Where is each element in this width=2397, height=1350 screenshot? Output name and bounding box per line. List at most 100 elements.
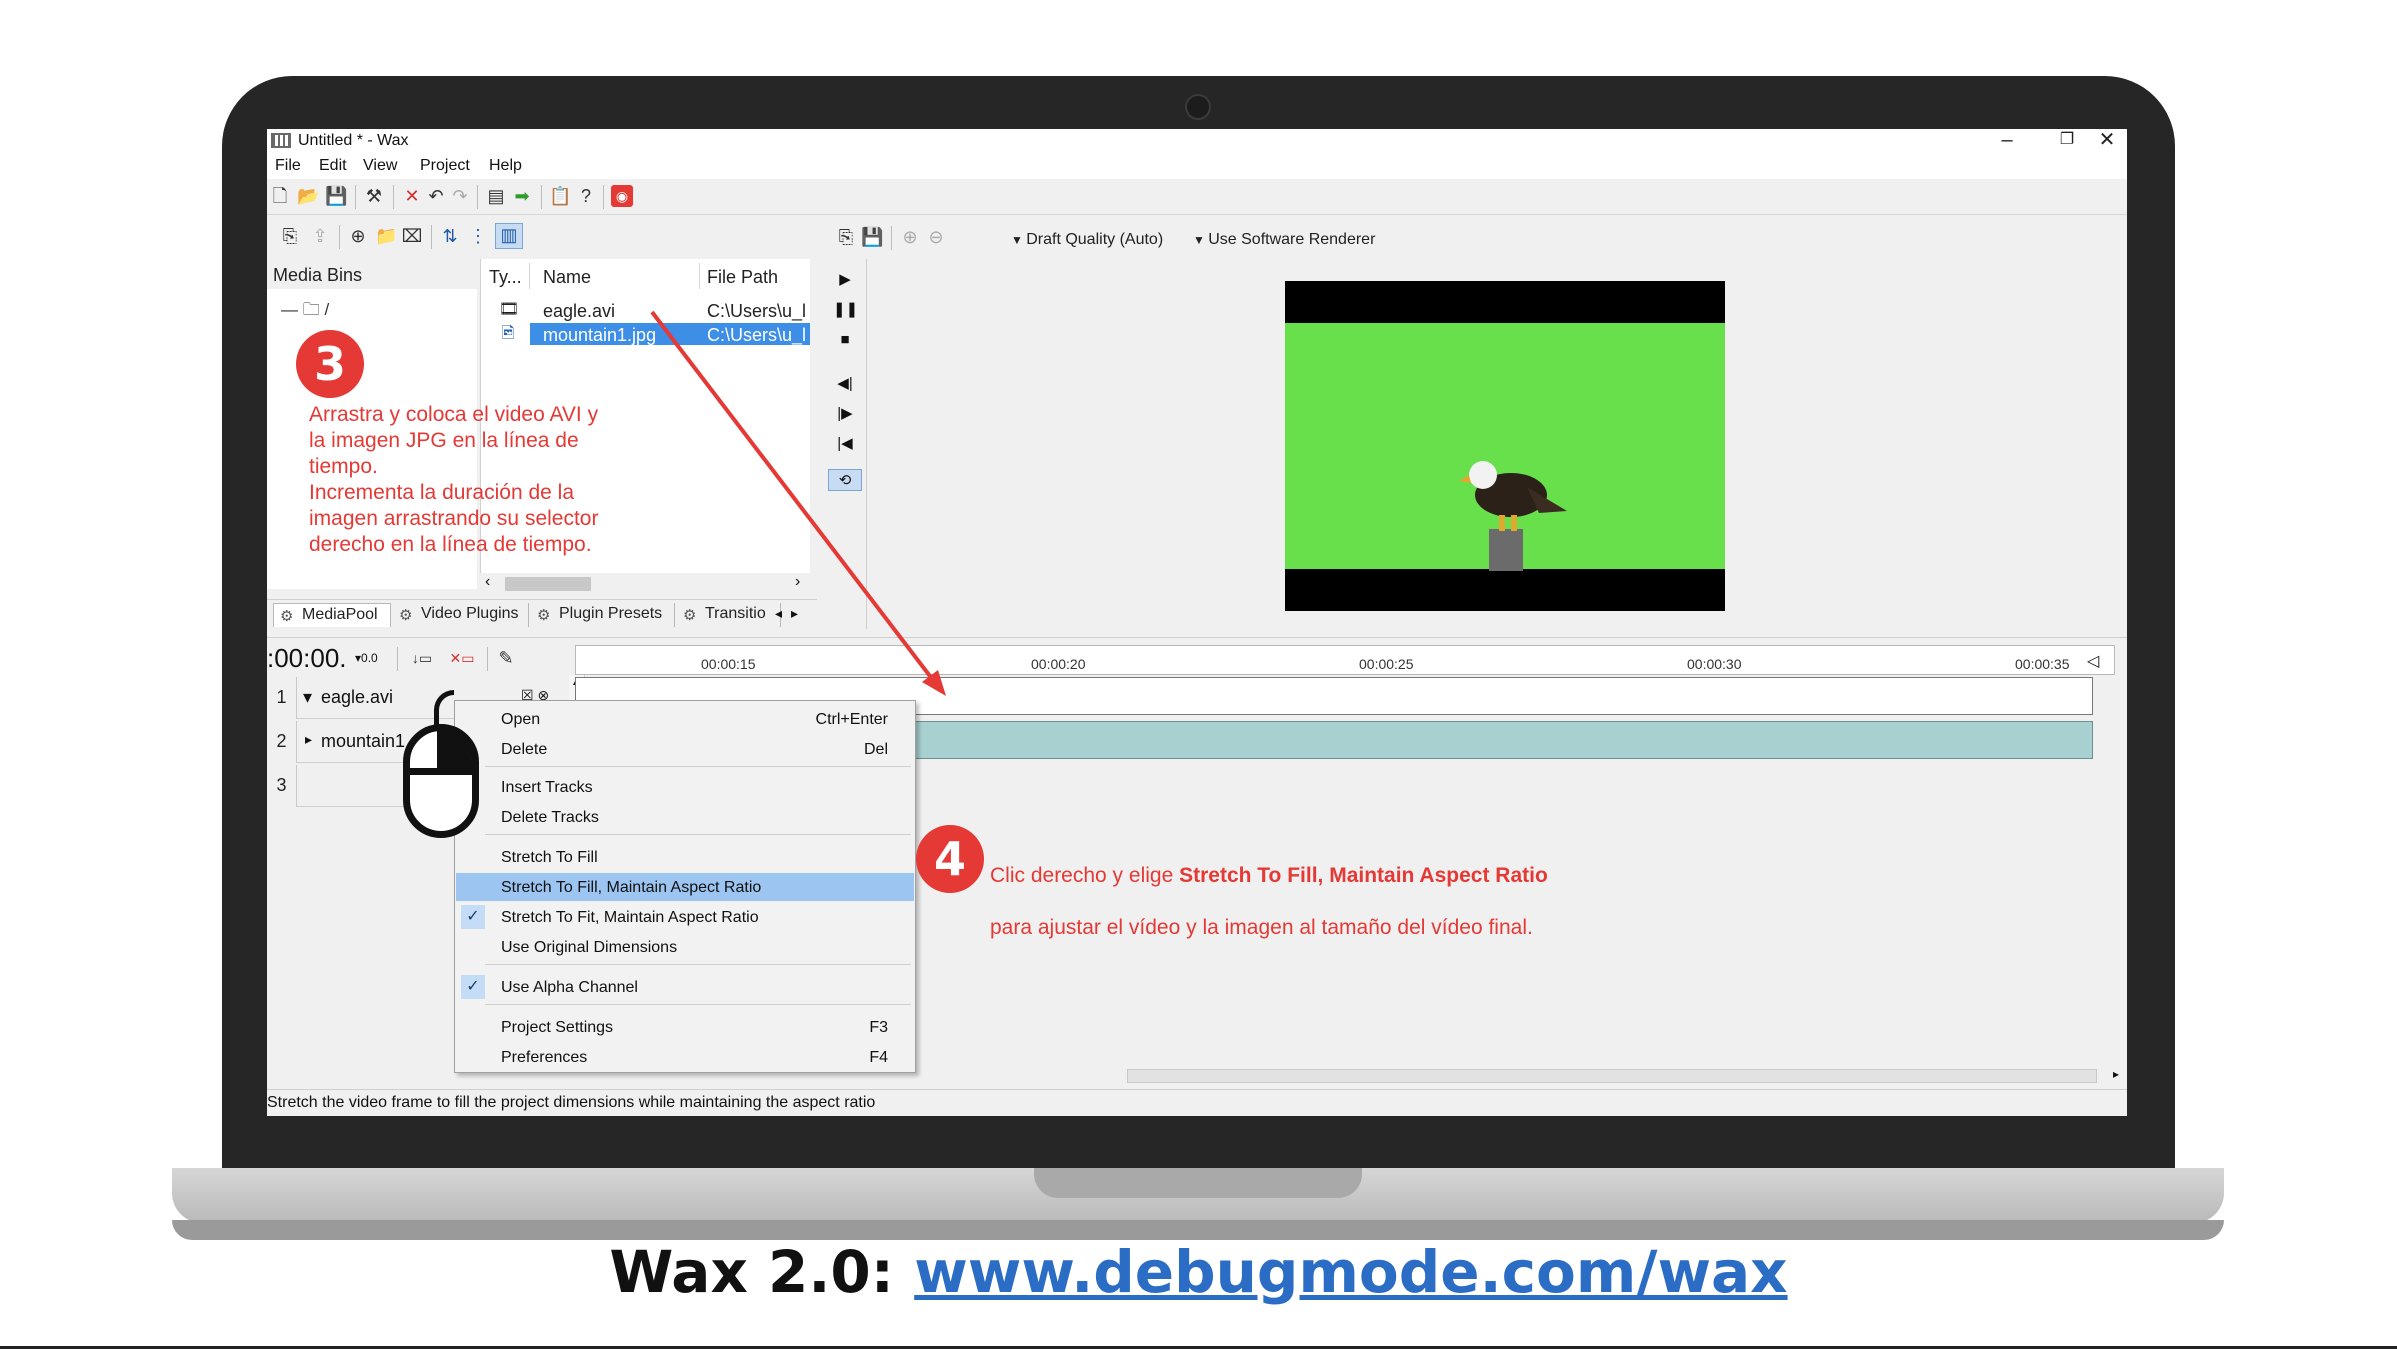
menu-item-label: Stretch To Fit, Maintain Aspect Ratio — [501, 909, 759, 926]
menu-item-insert-tracks[interactable]: Insert Tracks — [456, 773, 914, 801]
menu-item-label: Use Original Dimensions — [501, 939, 678, 956]
stop-icon[interactable]: ■ — [833, 329, 857, 351]
step-3-note: Arrastra y coloca el video AVI y la imag… — [309, 403, 599, 556]
step-3-badge: 3 — [296, 330, 364, 398]
scroll-right-icon[interactable]: ▸ — [2113, 1067, 2119, 1081]
column-file-path[interactable]: File Path — [707, 267, 778, 288]
menu-project[interactable]: Project — [420, 157, 470, 175]
add-media-icon[interactable]: ⊕ — [347, 225, 369, 247]
menu-item-project-settings[interactable]: Project Settings F3 — [456, 1013, 914, 1041]
renderer-dropdown[interactable]: ▼ Use Software Renderer — [1193, 231, 1375, 249]
toolbar-separator — [603, 185, 604, 209]
menu-item-open[interactable]: Open Ctrl+Enter — [456, 705, 914, 733]
record-icon[interactable]: ◉ — [611, 185, 633, 207]
bin-root-item[interactable]: — 🗀 / — [281, 297, 329, 326]
menu-item-delete-tracks[interactable]: Delete Tracks — [456, 803, 914, 831]
track-name: eagle.avi — [321, 687, 394, 707]
remove-media-icon[interactable]: ⌧ — [401, 225, 423, 247]
new-bin-icon[interactable]: ⎘ — [279, 225, 301, 247]
collapse-icon[interactable]: ▸ — [305, 731, 312, 748]
close-button[interactable]: ✕ — [2077, 129, 2127, 153]
redo-icon[interactable]: ↷ — [449, 185, 471, 207]
menu-help[interactable]: Help — [489, 157, 522, 175]
new-file-icon[interactable]: 🗋 — [269, 185, 291, 207]
column-divider[interactable] — [699, 263, 700, 289]
delete-track-icon[interactable]: ✕▭ — [445, 647, 479, 669]
render-arrow-icon[interactable]: ➡ — [511, 185, 533, 207]
zoom-in-icon[interactable]: ⊕ — [899, 226, 921, 248]
play-icon[interactable]: ▶ — [833, 269, 857, 291]
menu-item-alpha-channel[interactable]: ✓ Use Alpha Channel — [456, 973, 914, 1001]
scroll-right-icon[interactable]: › — [795, 573, 800, 591]
zoom-control[interactable]: ▾0.0 — [355, 651, 378, 665]
go-to-start-icon[interactable]: |◀ — [833, 433, 857, 455]
tabs-left-arrow-icon[interactable]: ◂ — [775, 605, 782, 622]
menu-edit[interactable]: Edit — [319, 157, 347, 175]
sort-icon[interactable]: ⇅ — [439, 225, 461, 247]
file-name-eagle[interactable]: eagle.avi — [543, 301, 693, 322]
ruler-label: 00:00:25 — [1359, 656, 1414, 672]
import-folder-icon[interactable]: 📁 — [375, 225, 397, 247]
edit-envelope-icon[interactable]: ✎ — [495, 647, 517, 669]
track-number: 1 — [267, 677, 297, 719]
tab-plugin-presets[interactable]: ⚙ Plugin Presets — [531, 603, 675, 627]
timeline-ruler[interactable] — [575, 645, 2115, 675]
tab-label: Transitio — [705, 605, 766, 622]
menu-view[interactable]: View — [363, 157, 397, 175]
file-list-scroll-thumb[interactable] — [505, 577, 591, 591]
main-toolbar: 🗋 📂 💾 ⚒ ✕ ↶ ↷ ▤ ➡ 📋 ? ◉ — [267, 179, 2127, 215]
minimize-button[interactable]: – — [1977, 129, 2037, 153]
menu-item-stretch-fill-aspect[interactable]: Stretch To Fill, Maintain Aspect Ratio — [456, 873, 914, 901]
quality-dropdown[interactable]: ▼ Draft Quality (Auto) — [1011, 231, 1163, 249]
column-name[interactable]: Name — [543, 267, 591, 288]
tab-video-plugins[interactable]: ⚙ Video Plugins — [393, 603, 529, 627]
folder-icon: — 🗀 — [281, 300, 325, 319]
mouse-divider-icon — [437, 724, 444, 770]
menu-item-preferences[interactable]: Preferences F4 — [456, 1043, 914, 1071]
timeline-hscroll-thumb[interactable] — [1127, 1069, 2097, 1083]
menu-item-stretch-fit-aspect[interactable]: ✓ Stretch To Fit, Maintain Aspect Ratio — [456, 903, 914, 931]
scroll-left-icon[interactable]: ‹ — [485, 573, 490, 591]
save-frame-icon[interactable]: 💾 — [861, 226, 883, 248]
column-divider[interactable] — [529, 263, 530, 289]
properties-icon[interactable]: 📋 — [549, 185, 571, 207]
menu-file[interactable]: File — [275, 157, 301, 175]
bin-up-icon[interactable]: ⇪ — [309, 225, 331, 247]
next-frame-icon[interactable]: |▶ — [833, 403, 857, 425]
checkmark-icon: ✓ — [461, 905, 485, 929]
undo-icon[interactable]: ↶ — [425, 185, 447, 207]
menu-item-stretch-to-fill[interactable]: Stretch To Fill — [456, 843, 914, 871]
ruler-label: 00:00:15 — [701, 656, 756, 672]
file-name-mountain[interactable]: mountain1.jpg — [543, 325, 693, 346]
details-view-icon[interactable]: ▥ — [495, 223, 523, 249]
prev-frame-icon[interactable]: ◀| — [833, 373, 857, 395]
pause-icon[interactable]: ❚❚ — [833, 299, 858, 321]
track-name: mountain1 — [321, 731, 406, 751]
tab-mediapool[interactable]: ⚙ MediaPool — [273, 603, 391, 627]
delete-icon[interactable]: ✕ — [401, 185, 423, 207]
ruler-end-marker-icon[interactable]: ◁ — [2087, 651, 2099, 671]
toolbar-separator — [477, 185, 478, 209]
menu-separator — [485, 964, 911, 965]
tab-transitions[interactable]: ⚙ Transitio — [677, 603, 781, 627]
copy-frame-icon[interactable]: ⎘ — [835, 226, 857, 248]
loop-icon[interactable]: ⟲ — [828, 469, 862, 491]
tabs-right-arrow-icon[interactable]: ▸ — [791, 605, 798, 622]
menu-separator — [485, 834, 911, 835]
help-icon[interactable]: ? — [575, 185, 597, 207]
website-link[interactable]: www.debugmode.com/wax — [914, 1238, 1787, 1306]
wand-icon[interactable]: ⚒ — [363, 185, 385, 207]
menu-item-delete[interactable]: Delete Del — [456, 735, 914, 763]
toolbar-separator — [431, 225, 432, 249]
tree-view-icon[interactable]: ⋮ — [467, 225, 489, 247]
save-icon[interactable]: 💾 — [325, 185, 347, 207]
column-type[interactable]: Ty... — [489, 267, 522, 288]
open-folder-icon[interactable]: 📂 — [297, 185, 319, 207]
mouse-button-line-icon — [408, 768, 474, 775]
menu-item-original-dimensions[interactable]: Use Original Dimensions — [456, 933, 914, 961]
insert-track-icon[interactable]: ↓▭ — [405, 647, 439, 669]
export-icon[interactable]: ▤ — [485, 185, 507, 207]
wax-window: Untitled * - Wax – ❐ ✕ File Edit View Pr… — [267, 129, 2127, 1116]
zoom-out-icon[interactable]: ⊖ — [925, 226, 947, 248]
expand-icon[interactable]: ▾ — [303, 687, 312, 708]
